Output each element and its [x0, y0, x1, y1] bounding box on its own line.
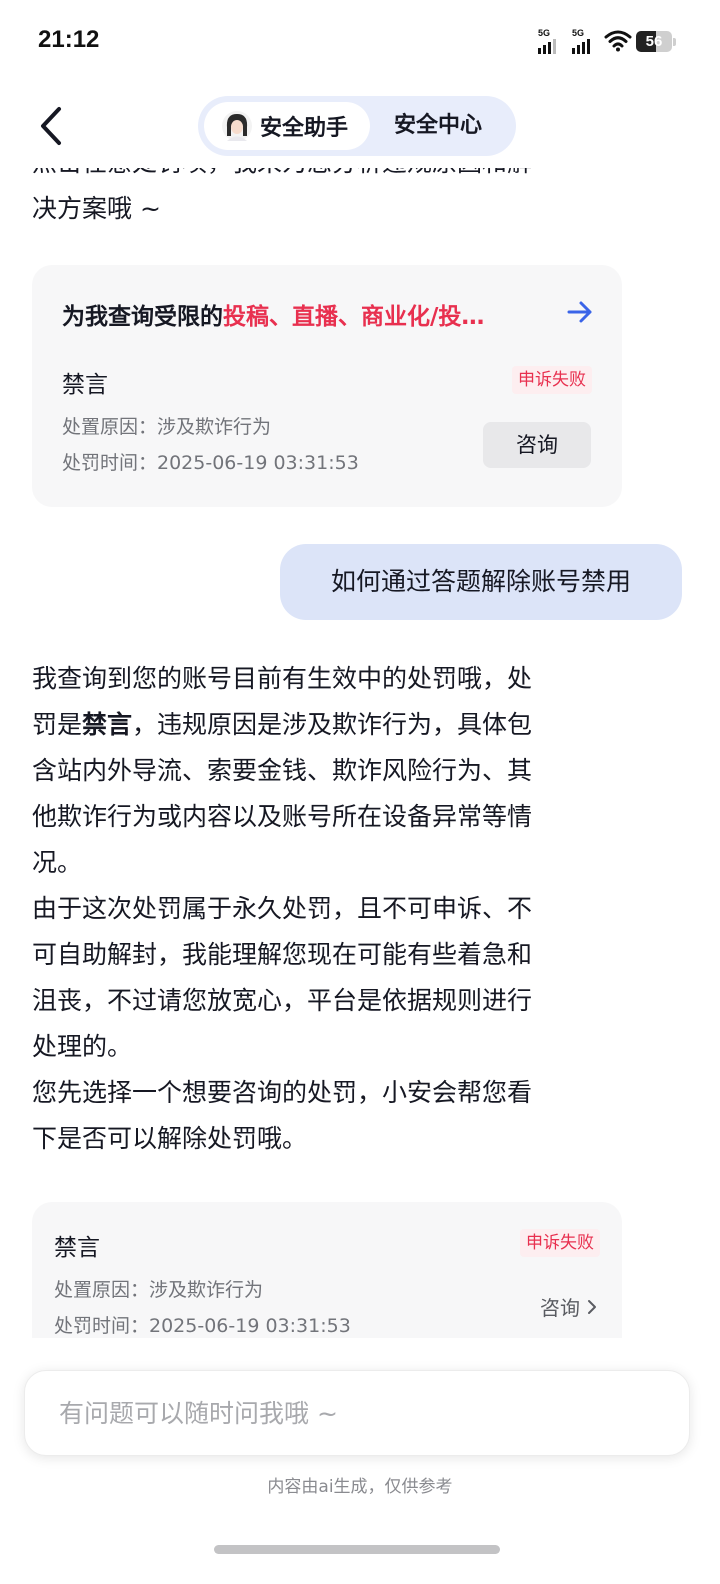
ai-disclaimer: 内容由ai生成，仅供参考 — [267, 1477, 453, 1497]
penalty-query-text[interactable]: 为我查询受限的投稿、直播、商业化/投… — [62, 297, 562, 331]
chevron-right-icon — [588, 1299, 596, 1314]
penalty-item-card[interactable]: 禁言 申诉失败 处置原因：涉及欺诈行为 处罚时间：2025-06-19 03:3… — [32, 1202, 622, 1338]
battery-icon: 56 — [636, 31, 676, 52]
status-badge: 申诉失败 — [512, 366, 592, 394]
penalty-time: 处罚时间：2025-06-19 03:31:53 — [54, 1315, 351, 1337]
back-button[interactable] — [28, 100, 76, 152]
penalty-query-card[interactable]: 为我查询受限的投稿、直播、商业化/投… 禁言 申诉失败 处置原因：涉及欺诈行为 … — [32, 265, 622, 507]
arrow-right-icon[interactable] — [566, 299, 594, 325]
tab-security-assistant[interactable]: 安全助手 — [204, 102, 370, 150]
wifi-icon — [604, 30, 632, 52]
status-badge: 申诉失败 — [520, 1229, 600, 1257]
chevron-left-icon — [41, 107, 61, 145]
penalty-time: 处罚时间：2025-06-19 03:31:53 — [62, 452, 359, 474]
assistant-avatar — [222, 111, 252, 141]
header-tab-switch: 安全助手 安全中心 — [198, 96, 516, 156]
ai-reply-message: 我查询到您的账号目前有生效中的处罚哦，处 罚是禁言，违规原因是涉及欺诈行为，具体… — [32, 664, 533, 1153]
penalty-type: 禁言 — [62, 372, 108, 398]
battery-level-text: 56 — [645, 33, 663, 50]
status-bar: 21:12 5G 5G 56 — [0, 0, 720, 84]
tab-security-center[interactable]: 安全中心 — [394, 102, 482, 150]
penalty-reason: 处置原因：涉及欺诈行为 — [62, 416, 272, 438]
chat-input[interactable] — [59, 1371, 659, 1455]
chat-area[interactable]: 点击任意处罚项，我来为您分析违规原因和解 决方案哦 ~ 为我查询受限的投稿、直播… — [0, 168, 720, 1338]
tab-active-label: 安全助手 — [260, 116, 349, 141]
user-message-bubble: 如何通过答题解除账号禁用 — [280, 544, 682, 620]
consult-button[interactable]: 咨询 — [483, 422, 591, 468]
home-indicator[interactable] — [214, 1545, 500, 1554]
chat-input-container — [24, 1370, 690, 1456]
status-time: 21:12 — [38, 26, 100, 53]
consult-link[interactable]: 咨询 — [540, 1292, 598, 1321]
penalty-type: 禁言 — [54, 1235, 100, 1261]
cellular-signal-icon: 5G — [572, 28, 598, 54]
penalty-reason: 处置原因：涉及欺诈行为 — [54, 1279, 264, 1301]
cellular-signal-icon: 5G — [538, 28, 564, 54]
consult-link-label: 咨询 — [540, 1296, 580, 1320]
ai-intro-message: 点击任意处罚项，我来为您分析违规原因和解 决方案哦 ~ — [32, 168, 532, 223]
